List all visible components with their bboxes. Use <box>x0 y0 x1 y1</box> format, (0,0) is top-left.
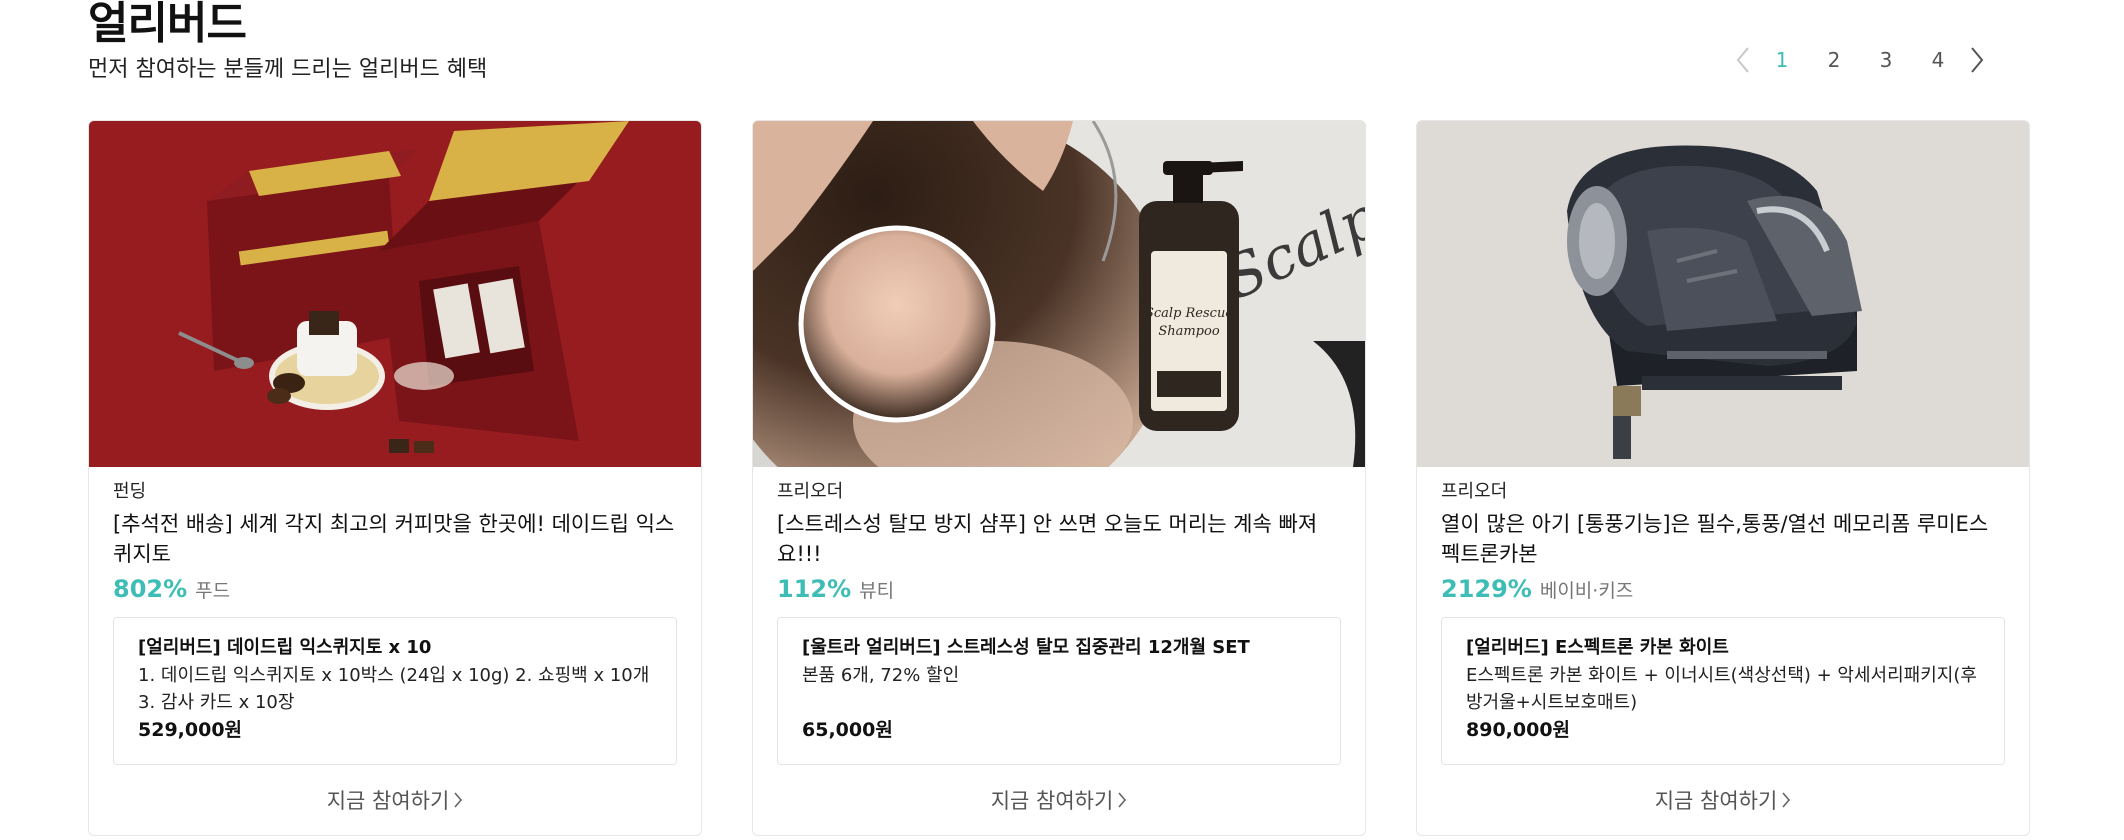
reward-name: [얼리버드] 데이드립 익스퀴지토 x 10 <box>138 637 432 658</box>
reward-description: 본품 6개, 72% 할인 <box>802 665 960 686</box>
card-title[interactable]: [추석전 배송] 세계 각지 최고의 커피맛을 한곳에! 데이드립 익스퀴지토 <box>113 509 677 569</box>
reward-description: 1. 데이드립 익스퀴지토 x 10박스 (24입 x 10g) 2. 쇼핑백 … <box>138 665 650 713</box>
reward-name: [얼리버드] E스펙트론 카본 화이트 <box>1466 637 1729 658</box>
product-image-coffee[interactable] <box>89 121 701 467</box>
achievement-percent: 802% <box>113 575 188 603</box>
join-now-button[interactable]: 지금 참여하기 <box>113 787 677 816</box>
category-label: 뷰티 <box>859 580 895 602</box>
page-2-button[interactable]: 2 <box>1808 40 1860 80</box>
svg-text:Shampoo: Shampoo <box>1158 324 1220 339</box>
achievement-percent: 112% <box>777 575 852 603</box>
reward-price: 529,000원 <box>138 719 243 741</box>
card-maker: 프리오더 <box>777 481 844 502</box>
join-now-label: 지금 참여하기 <box>326 789 450 813</box>
svg-text:Scalp Rescue: Scalp Rescue <box>1145 306 1233 321</box>
card-maker: 프리오더 <box>1441 481 1508 502</box>
reward-price: 890,000원 <box>1466 719 1571 741</box>
section-subtitle: 먼저 참여하는 분들께 드리는 얼리버드 혜택 <box>88 57 488 82</box>
card-maker: 펀딩 <box>113 481 147 502</box>
chevron-right-icon <box>453 788 463 816</box>
chevron-left-icon[interactable] <box>1730 40 1756 80</box>
join-now-label: 지금 참여하기 <box>990 789 1114 813</box>
card-stats: 112% 뷰티 <box>777 575 1341 603</box>
reward-box[interactable]: [얼리버드] 데이드립 익스퀴지토 x 10 1. 데이드립 익스퀴지토 x 1… <box>113 617 677 765</box>
pagination: 1 2 3 4 <box>1730 40 1990 80</box>
page-3-button[interactable]: 3 <box>1860 40 1912 80</box>
reward-price: 65,000원 <box>802 719 893 741</box>
product-image-shampoo[interactable]: Scalp R Sham Scalp Rescue Shampoo <box>753 121 1365 467</box>
funding-card-1[interactable]: 펀딩 [추석전 배송] 세계 각지 최고의 커피맛을 한곳에! 데이드립 익스퀴… <box>88 120 702 836</box>
join-now-label: 지금 참여하기 <box>1654 789 1778 813</box>
category-label: 푸드 <box>195 580 231 602</box>
section-title: 얼리버드 <box>88 0 247 49</box>
chevron-right-icon <box>1781 788 1791 816</box>
chevron-right-icon[interactable] <box>1964 40 1990 80</box>
product-image-car-seat[interactable] <box>1417 121 2029 467</box>
card-stats: 802% 푸드 <box>113 575 677 603</box>
reward-description: E스펙트론 카본 화이트 + 이너시트(색상선택) + 악세서리패키지(후방거울… <box>1466 665 1977 713</box>
card-title[interactable]: [스트레스성 탈모 방지 샴푸] 안 쓰면 오늘도 머리는 계속 빠져요!!! <box>777 509 1341 569</box>
card-stats: 2129% 베이비·키즈 <box>1441 575 2005 603</box>
reward-box[interactable]: [울트라 얼리버드] 스트레스성 탈모 집중관리 12개월 SET 본품 6개,… <box>777 617 1341 765</box>
join-now-button[interactable]: 지금 참여하기 <box>777 787 1341 816</box>
funding-card-3[interactable]: 프리오더 열이 많은 아기 [통풍기능]은 필수,통풍/열선 메모리폼 루미E스… <box>1416 120 2030 836</box>
reward-name: [울트라 얼리버드] 스트레스성 탈모 집중관리 12개월 SET <box>802 637 1250 658</box>
reward-box[interactable]: [얼리버드] E스펙트론 카본 화이트 E스펙트론 카본 화이트 + 이너시트(… <box>1441 617 2005 765</box>
page-4-button[interactable]: 4 <box>1912 40 1964 80</box>
funding-card-2[interactable]: Scalp R Sham Scalp Rescue Shampoo 프리오더 [… <box>752 120 1366 836</box>
category-label: 베이비·키즈 <box>1539 580 1634 602</box>
join-now-button[interactable]: 지금 참여하기 <box>1441 787 2005 816</box>
chevron-right-icon <box>1117 788 1127 816</box>
card-title[interactable]: 열이 많은 아기 [통풍기능]은 필수,통풍/열선 메모리폼 루미E스펙트론카본 <box>1441 509 2005 569</box>
achievement-percent: 2129% <box>1441 575 1532 603</box>
page-1-button[interactable]: 1 <box>1756 40 1808 80</box>
